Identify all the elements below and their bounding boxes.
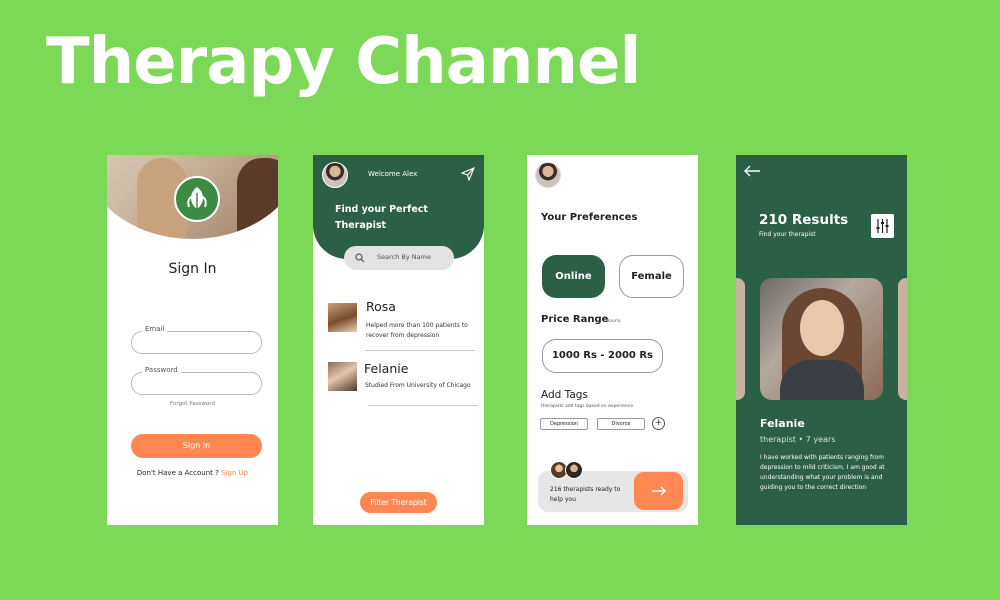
next-card[interactable] [898, 278, 907, 400]
therapist-name-rosa[interactable]: Rosa [366, 299, 396, 314]
results-count: 210 Results [759, 212, 849, 228]
tag-divorce[interactable]: Divorce [597, 418, 645, 430]
hero-person-right [237, 158, 278, 238]
add-tags-label: Add Tags [541, 389, 588, 401]
signin-button[interactable]: Sign In [131, 434, 262, 458]
signup-prompt: Don't Have a Account ? Sign Up [107, 469, 278, 477]
next-button[interactable] [634, 472, 683, 510]
online-option[interactable]: Online [542, 255, 605, 298]
divider [365, 350, 475, 351]
find-heading: Find your Perfect Therapist [335, 204, 428, 231]
female-option[interactable]: Female [619, 255, 684, 298]
find-therapist-screen: Welcome Alex Find your Perfect Therapist… [313, 155, 484, 525]
therapist-name: Felanie [760, 417, 805, 430]
page-title: Therapy Channel [46, 25, 641, 99]
therapist-desc-felanie: Studied From University of Chicago [365, 382, 471, 389]
arrow-right-icon [652, 486, 666, 496]
filter-therapist-button[interactable]: Filter Therapist [360, 492, 437, 513]
filter-button[interactable] [871, 214, 894, 238]
tag-depression[interactable]: Depression [540, 418, 588, 430]
search-input[interactable]: Search By Name [344, 246, 454, 270]
preferences-screen: Your Preferences Online Female Price Ran… [527, 155, 698, 525]
therapist-bio: I have worked with patients ranging from… [760, 454, 885, 491]
results-screen: 210 Results Find your therapist Felanie … [736, 155, 907, 525]
therapist-photo-felanie[interactable] [328, 362, 357, 391]
add-tags-sub: therapists add tags based on experience [541, 404, 634, 409]
therapist-desc-rosa: Helped more than 100 patients to recover… [366, 322, 468, 339]
price-unit: Hourly [606, 319, 621, 324]
password-field[interactable]: Password [131, 366, 262, 395]
signup-link[interactable]: Sign Up [221, 469, 248, 477]
back-arrow-icon[interactable] [743, 165, 761, 177]
preferences-heading: Your Preferences [541, 212, 638, 223]
therapist-meta: therapist • 7 years [760, 435, 836, 444]
prev-card[interactable] [736, 278, 745, 400]
search-placeholder: Search By Name [377, 253, 431, 261]
price-range-selector[interactable]: 1000 Rs - 2000 Rs [542, 339, 663, 373]
photo-face [800, 300, 844, 356]
leaf-icon [174, 176, 220, 222]
price-range-label: Price Range [541, 314, 609, 325]
avatar[interactable] [535, 162, 561, 188]
divider [368, 405, 478, 406]
signin-title: Sign In [168, 261, 217, 277]
email-label: Email [142, 325, 168, 333]
forgot-password-link[interactable]: Forgot Password [107, 401, 278, 407]
password-label: Password [142, 366, 181, 374]
header-panel: Welcome Alex Find your Perfect Therapist [313, 155, 484, 259]
therapist-card-photo[interactable] [760, 278, 883, 400]
avatar [565, 461, 583, 479]
no-account-text: Don't Have a Account ? [136, 469, 219, 477]
results-sub: Find your therapist [759, 231, 816, 238]
search-icon [355, 253, 365, 263]
add-tag-button[interactable]: + [652, 417, 665, 430]
therapist-name-felanie[interactable]: Felanie [364, 361, 408, 376]
send-icon[interactable] [461, 167, 475, 181]
avatar[interactable] [322, 162, 348, 188]
email-field[interactable]: Email [131, 325, 262, 354]
sliders-icon [876, 219, 889, 233]
welcome-text: Welcome Alex [368, 170, 418, 178]
signin-screen: Sign In Email Password Forgot Password S… [107, 155, 278, 525]
photo-body [780, 360, 864, 400]
ready-text: 216 therapists ready to help you [550, 486, 621, 503]
therapist-photo-rosa[interactable] [328, 303, 357, 332]
